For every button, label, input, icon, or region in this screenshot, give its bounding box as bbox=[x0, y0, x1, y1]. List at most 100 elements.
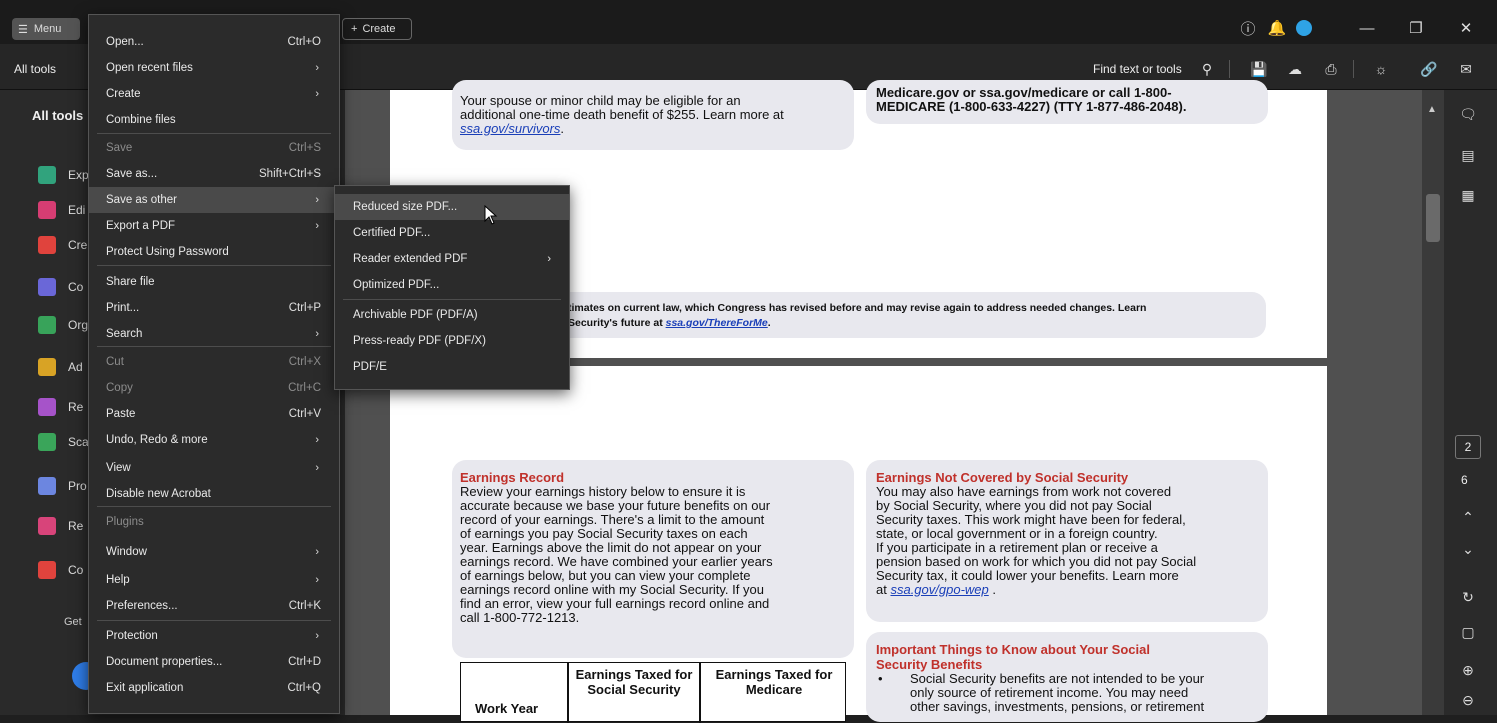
save-as-other-submenu: Reduced size PDF... Certified PDF... Reade… bbox=[334, 185, 570, 390]
compress-icon[interactable] bbox=[38, 561, 56, 579]
scroll-up-icon[interactable]: ▲ bbox=[1427, 104, 1437, 115]
zoom-in-icon[interactable]: ⊕ bbox=[1456, 658, 1480, 682]
tab-all-tools[interactable]: All tools bbox=[14, 62, 56, 76]
chevron-right-icon: › bbox=[315, 462, 319, 474]
menu-item[interactable]: Open... Ctrl+O bbox=[89, 29, 339, 55]
current-page-input[interactable]: 2 bbox=[1455, 435, 1481, 459]
survivors-link[interactable]: ssa.gov/survivors bbox=[460, 121, 560, 136]
submenu-item[interactable]: Press-ready PDF (PDF/X) bbox=[335, 328, 569, 354]
ai-assistant-icon[interactable]: ☼ bbox=[1370, 58, 1392, 80]
medicare-text: Medicare.gov or ssa.gov/medicare or call… bbox=[876, 85, 1187, 114]
submenu-item[interactable]: Reader extended PDF › bbox=[335, 246, 569, 272]
export-pdf-icon[interactable] bbox=[38, 166, 56, 184]
submenu-item-label: Optimized PDF... bbox=[353, 279, 440, 291]
bell-icon[interactable]: 🔔 bbox=[1265, 16, 1289, 40]
menu-item[interactable]: Create › bbox=[89, 81, 339, 107]
menu-item[interactable]: Window › bbox=[89, 539, 339, 565]
help-icon[interactable]: ⓘ bbox=[1236, 16, 1260, 40]
menu-item[interactable]: View › bbox=[89, 455, 339, 481]
menu-item-label: Save bbox=[106, 142, 133, 154]
menu-item[interactable]: Save as other › bbox=[89, 187, 339, 213]
profile-avatar[interactable] bbox=[1292, 16, 1316, 40]
search-icon[interactable]: ⚲ bbox=[1196, 58, 1218, 80]
create-button[interactable]: + Create bbox=[342, 18, 412, 40]
restore-icon[interactable]: ❐ bbox=[1404, 16, 1428, 40]
tool-item-label[interactable]: Co bbox=[68, 563, 83, 577]
tool-item-label[interactable]: Edi bbox=[68, 203, 85, 217]
tool-item-label[interactable]: Sca bbox=[68, 435, 89, 449]
tool-item-label[interactable]: Ad bbox=[68, 360, 83, 374]
create-button-label: Create bbox=[362, 23, 396, 35]
tool-item-label[interactable]: Pro bbox=[68, 479, 87, 493]
redact-icon[interactable] bbox=[38, 398, 56, 416]
menu-item[interactable]: Paste Ctrl+V bbox=[89, 401, 339, 427]
link-icon[interactable]: 🔗 bbox=[1418, 58, 1440, 80]
menu-item[interactable]: Disable new Acrobat bbox=[89, 481, 339, 507]
close-icon[interactable]: ✕ bbox=[1454, 16, 1478, 40]
menu-item[interactable]: Help › bbox=[89, 567, 339, 593]
submenu-item[interactable]: Optimized PDF... bbox=[335, 272, 569, 298]
text-line: other savings, investments, pensions, or… bbox=[910, 699, 1205, 714]
menu-item[interactable]: Protect Using Password bbox=[89, 239, 339, 265]
menu-item[interactable]: Plugins bbox=[89, 509, 339, 535]
menu-item-label: Plugins bbox=[106, 516, 144, 528]
chevron-up-icon[interactable]: ⌃ bbox=[1456, 505, 1480, 529]
menu-item[interactable]: Copy Ctrl+C bbox=[89, 375, 339, 401]
edit-pdf-icon[interactable] bbox=[38, 201, 56, 219]
upload-cloud-icon[interactable]: ☁ bbox=[1284, 58, 1306, 80]
comment-icon[interactable]: 🗨 bbox=[1456, 102, 1480, 126]
menu-item[interactable]: Protection › bbox=[89, 623, 339, 649]
earnings-table: Work Year Earnings Taxed for Social Secu… bbox=[460, 662, 846, 723]
tool-item-label[interactable]: Cre bbox=[68, 238, 87, 252]
create-pdf-icon[interactable] bbox=[38, 236, 56, 254]
menu-item[interactable]: Save as... Shift+Ctrl+S bbox=[89, 161, 339, 187]
menu-item-label: Paste bbox=[106, 408, 136, 420]
menu-item[interactable]: Document properties... Ctrl+D bbox=[89, 649, 339, 675]
mail-icon[interactable]: ✉ bbox=[1455, 58, 1477, 80]
bookmark-icon[interactable]: ▤ bbox=[1456, 143, 1480, 167]
submenu-item[interactable]: Certified PDF... bbox=[335, 220, 569, 246]
zoom-out-icon[interactable]: ⊖ bbox=[1456, 688, 1480, 712]
save-icon[interactable]: 💾 bbox=[1248, 58, 1270, 80]
menu-button[interactable]: ☰ Menu bbox=[12, 18, 80, 40]
organize-icon[interactable] bbox=[38, 316, 56, 334]
menu-item[interactable]: Search › bbox=[89, 321, 339, 347]
menu-item[interactable]: Print... Ctrl+P bbox=[89, 295, 339, 321]
tool-item-label[interactable]: Exp bbox=[68, 168, 89, 182]
there-for-me-link[interactable]: ssa.gov/ThereForMe bbox=[666, 317, 768, 329]
tool-item-label[interactable]: Org bbox=[68, 318, 88, 332]
menu-item[interactable]: Preferences... Ctrl+K bbox=[89, 593, 339, 619]
scrollbar-thumb[interactable] bbox=[1426, 194, 1440, 242]
request-sign-icon[interactable] bbox=[38, 517, 56, 535]
submenu-item-label: Reader extended PDF bbox=[353, 253, 468, 265]
menu-item[interactable]: Cut Ctrl+X bbox=[89, 349, 339, 375]
menu-item[interactable]: Open recent files › bbox=[89, 55, 339, 81]
submenu-item[interactable]: PDF/E bbox=[335, 354, 569, 380]
menu-item-label: Undo, Redo & more bbox=[106, 434, 208, 446]
tool-item-label[interactable]: Co bbox=[68, 280, 83, 294]
menu-item[interactable]: Export a PDF › bbox=[89, 213, 339, 239]
menu-item[interactable]: Exit application Ctrl+Q bbox=[89, 675, 339, 701]
menu-item[interactable]: Share file bbox=[89, 269, 339, 295]
protect-icon[interactable] bbox=[38, 477, 56, 495]
print-icon[interactable]: ⎙ bbox=[1320, 58, 1342, 80]
scan-icon[interactable] bbox=[38, 433, 56, 451]
menu-item[interactable]: Save Ctrl+S bbox=[89, 135, 339, 161]
menu-item[interactable]: Combine files bbox=[89, 107, 339, 133]
find-text-or-tools[interactable]: Find text or tools bbox=[1093, 62, 1182, 76]
submenu-item[interactable]: Reduced size PDF... bbox=[335, 194, 569, 220]
submenu-item[interactable]: Archivable PDF (PDF/A) bbox=[335, 302, 569, 328]
menu-item[interactable]: Undo, Redo & more › bbox=[89, 427, 339, 453]
refresh-icon[interactable]: ↻ bbox=[1456, 585, 1480, 609]
tool-item-label[interactable]: Re bbox=[68, 400, 83, 414]
page-fit-icon[interactable]: ▢ bbox=[1456, 620, 1480, 644]
comment-icon[interactable] bbox=[38, 358, 56, 376]
chevron-down-icon[interactable]: ⌄ bbox=[1456, 537, 1480, 561]
vertical-scrollbar[interactable] bbox=[1422, 90, 1444, 715]
tool-item-label[interactable]: Re bbox=[68, 519, 83, 533]
gpo-wep-link[interactable]: ssa.gov/gpo-wep bbox=[890, 582, 988, 597]
menu-item-label: Open recent files bbox=[106, 62, 193, 74]
thumbnails-icon[interactable]: ▦ bbox=[1456, 183, 1480, 207]
combine-icon[interactable] bbox=[38, 278, 56, 296]
minimize-icon[interactable]: — bbox=[1355, 16, 1379, 40]
